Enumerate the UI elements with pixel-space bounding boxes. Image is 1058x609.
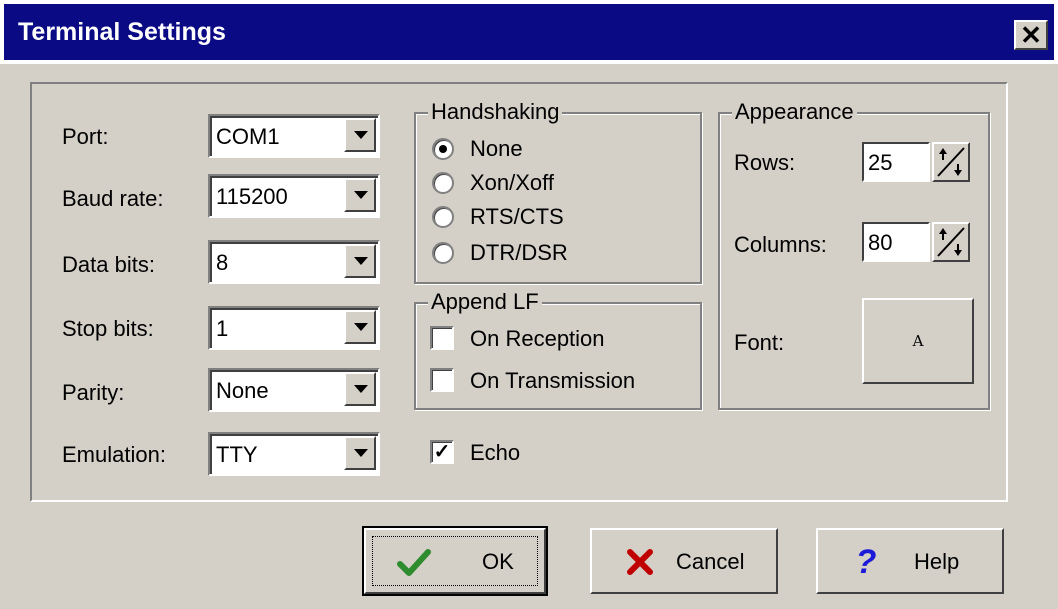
question-mark-icon: ? [855, 543, 877, 581]
parity-combobox[interactable]: None [208, 368, 380, 412]
baud-rate-label: Baud rate: [62, 186, 164, 211]
font-button[interactable]: A [862, 298, 974, 384]
spin-arrows-icon [937, 227, 965, 257]
ok-button[interactable]: OK [362, 526, 548, 596]
title-bar: Terminal Settings ✕ [0, 0, 1058, 64]
help-label: Help [914, 549, 960, 574]
port-combobox[interactable]: COM1 [208, 114, 380, 158]
emulation-dropdown-arrow-icon[interactable] [344, 436, 376, 470]
emulation-value: TTY [216, 442, 258, 467]
echo-checkbox[interactable]: ✓ [430, 440, 454, 464]
stop-bits-dropdown-arrow-icon[interactable] [344, 310, 376, 344]
spin-arrows-icon [937, 147, 965, 177]
x-icon [627, 549, 653, 575]
baud-rate-value: 115200 [216, 184, 288, 209]
baud-rate-dropdown-arrow-icon[interactable] [344, 178, 376, 212]
rows-input[interactable]: 25 [862, 142, 930, 182]
parity-dropdown-arrow-icon[interactable] [344, 372, 376, 406]
handshaking-rtscts-label[interactable]: RTS/CTS [470, 204, 564, 230]
echo-label[interactable]: Echo [470, 440, 520, 466]
on-transmission-label[interactable]: On Transmission [470, 368, 635, 394]
stop-bits-label: Stop bits: [62, 316, 154, 341]
columns-input[interactable]: 80 [862, 222, 930, 262]
checkmark-icon [397, 549, 431, 576]
appearance-group-title: Appearance [732, 99, 857, 125]
on-transmission-checkbox[interactable] [430, 368, 454, 392]
on-reception-label[interactable]: On Reception [470, 326, 605, 352]
ok-label: OK [482, 549, 514, 574]
baud-rate-combobox[interactable]: 115200 [208, 174, 380, 218]
handshaking-none-label[interactable]: None [470, 136, 523, 162]
data-bits-combobox[interactable]: 8 [208, 240, 380, 284]
emulation-label: Emulation: [62, 442, 166, 467]
cancel-button[interactable]: Cancel [590, 528, 778, 594]
close-button[interactable]: ✕ [1014, 20, 1048, 50]
stop-bits-value: 1 [216, 316, 229, 341]
handshaking-rtscts-radio[interactable] [432, 206, 454, 228]
port-value: COM1 [216, 124, 280, 149]
rows-value: 25 [868, 150, 893, 175]
columns-spinner[interactable] [932, 222, 970, 262]
handshaking-none-radio[interactable] [432, 138, 454, 160]
parity-value: None [216, 378, 269, 403]
cancel-label: Cancel [676, 549, 745, 574]
handshaking-xonxoff-label[interactable]: Xon/Xoff [470, 170, 554, 196]
stop-bits-combobox[interactable]: 1 [208, 306, 380, 350]
font-label: Font: [734, 330, 785, 355]
columns-value: 80 [868, 230, 893, 255]
on-reception-checkbox[interactable] [430, 326, 454, 350]
emulation-combobox[interactable]: TTY [208, 432, 380, 476]
window-title: Terminal Settings [18, 18, 226, 46]
rows-spinner[interactable] [932, 142, 970, 182]
title-bar-fill: Terminal Settings ✕ [4, 4, 1054, 60]
data-bits-value: 8 [216, 250, 229, 275]
handshaking-dtrdsr-label[interactable]: DTR/DSR [470, 240, 568, 266]
font-preview: A [912, 332, 924, 350]
port-label: Port: [62, 124, 109, 149]
append-lf-group-title: Append LF [428, 289, 542, 315]
port-dropdown-arrow-icon[interactable] [344, 118, 376, 152]
handshaking-group-title: Handshaking [428, 99, 563, 125]
help-button[interactable]: ? Help [816, 528, 1004, 594]
handshaking-dtrdsr-radio[interactable] [432, 242, 454, 264]
parity-label: Parity: [62, 380, 125, 405]
close-icon: ✕ [1020, 20, 1042, 50]
columns-label: Columns: [734, 232, 827, 257]
data-bits-dropdown-arrow-icon[interactable] [344, 244, 376, 278]
rows-label: Rows: [734, 150, 796, 175]
handshaking-xonxoff-radio[interactable] [432, 172, 454, 194]
data-bits-label: Data bits: [62, 252, 155, 277]
checkmark-icon: ✓ [433, 441, 451, 463]
